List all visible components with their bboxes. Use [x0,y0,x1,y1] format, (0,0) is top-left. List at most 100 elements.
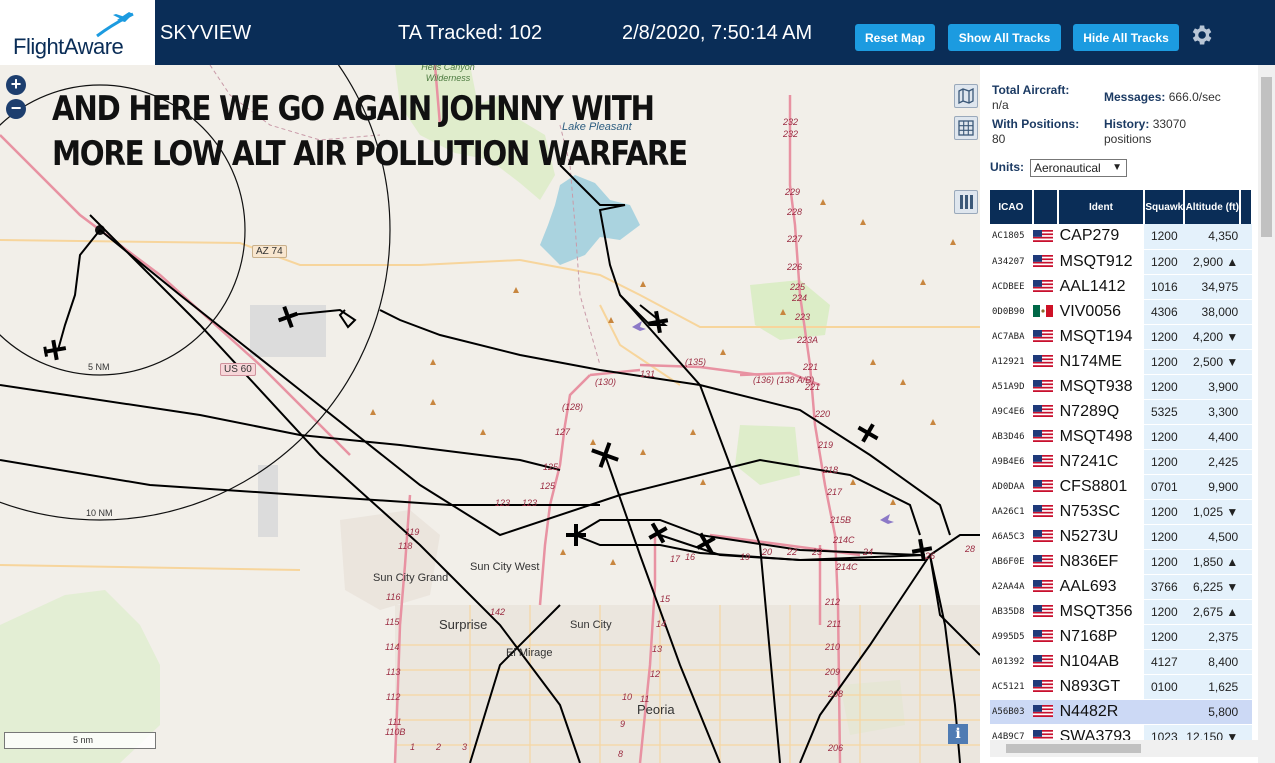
table-row[interactable]: A995D5 N7168P 1200 2,375 [990,624,1252,650]
zoom-out-button[interactable]: − [6,99,26,119]
table-row[interactable]: AC5121 N893GT 0100 1,625 [990,674,1252,700]
table-row[interactable]: AB35D8 MSQT356 1200 2,675 ▲ [990,599,1252,625]
table-row[interactable]: AB6F0E N836EF 1200 1,850 ▲ [990,549,1252,575]
table-row[interactable]: AA26C1 N753SC 1200 1,025 ▼ [990,499,1252,525]
zoom-in-button[interactable]: + [6,75,26,95]
us-flag-icon [1032,605,1053,618]
table-row[interactable]: A51A9D MSQT938 1200 3,900 [990,374,1252,400]
table-row[interactable]: AC1805 CAP279 1200 4,350 [990,224,1252,250]
cell-icao: A9B4E6 [990,449,1033,475]
messages-stat: Messages: 666.0/sec [1104,90,1244,105]
svg-text:2: 2 [435,742,441,752]
us-flag-icon [1032,530,1053,543]
table-row[interactable]: A6A5C3 N5273U 1200 4,500 [990,524,1252,550]
az74-shield: AZ 74 [252,245,287,258]
svg-text:219: 219 [817,440,833,450]
svg-text:209: 209 [824,667,840,677]
cell-ident: N174ME [1057,349,1145,375]
svg-text:226: 226 [786,262,802,272]
cell-altitude: 38,000 [1184,299,1241,325]
svg-text:3: 3 [462,742,467,752]
table-row[interactable]: A34207 MSQT912 1200 2,900 ▲ [990,249,1252,275]
app-header: FlightAware SKYVIEW TA Tracked: 102 2/8/… [0,0,1275,65]
mx-flag-icon [1032,305,1053,318]
vertical-scrollbar[interactable] [1258,65,1275,763]
table-row[interactable]: A56B03 N4482R 5,800 [990,699,1252,725]
cell-flag [1032,424,1058,450]
svg-text:16: 16 [685,552,695,562]
table-row[interactable]: 0D0B90 VIV0056 4306 38,000 [990,299,1252,325]
table-row[interactable]: AB3D46 MSQT498 1200 4,400 [990,424,1252,450]
cell-altitude: 1,850 ▲ [1184,549,1241,575]
svg-text:119: 119 [405,527,419,537]
svg-text:223A: 223A [796,335,818,345]
cell-flag [1032,349,1058,375]
vertical-scroll-thumb[interactable] [1261,77,1272,237]
cell-altitude: 4,200 ▼ [1184,324,1241,350]
table-row[interactable]: A2AA4A AAL693 3766 6,225 ▼ [990,574,1252,600]
cell-icao: A01392 [990,649,1033,675]
table-row[interactable]: A9B4E6 N7241C 1200 2,425 [990,449,1252,475]
col-icao[interactable]: ICAO [990,190,1034,224]
reset-map-button[interactable]: Reset Map [855,24,935,51]
table-row[interactable]: AC7ABA MSQT194 1200 4,200 ▼ [990,324,1252,350]
col-ident[interactable]: Ident [1057,190,1146,224]
show-all-tracks-button[interactable]: Show All Tracks [948,24,1061,51]
col-squawk[interactable]: Squawk [1144,190,1186,224]
cell-ident: N7168P [1057,624,1145,650]
col-altitude[interactable]: Altitude (ft) [1184,190,1242,224]
grid-toggle-button[interactable] [954,116,978,140]
sidebar-toggle-button[interactable] [954,190,978,214]
hide-all-tracks-button[interactable]: Hide All Tracks [1073,24,1179,51]
table-row[interactable]: A12921 N174ME 1200 2,500 ▼ [990,349,1252,375]
table-row[interactable]: AD0DAA CFS8801 0701 9,900 [990,474,1252,500]
horizontal-scrollbar[interactable] [990,740,1258,757]
svg-text:14: 14 [656,619,666,629]
cell-squawk: 4127 [1144,649,1185,675]
total-aircraft-label: Total Aircraft: [992,83,1070,97]
cell-altitude: 3,300 [1184,399,1241,425]
flightaware-logo[interactable]: FlightAware [0,0,155,65]
cell-icao: AB6F0E [990,549,1033,575]
horizontal-scroll-thumb[interactable] [1006,744,1141,753]
cell-altitude: 4,350 [1184,224,1241,250]
map-layers-button[interactable] [954,84,978,108]
svg-text:210: 210 [824,642,840,652]
cell-icao: A9C4E6 [990,399,1033,425]
cell-flag [1032,249,1058,275]
columns-icon [960,195,973,209]
units-select[interactable]: Aeronautical ▼ [1030,159,1127,177]
cell-altitude: 6,225 ▼ [1184,574,1241,600]
svg-text:220: 220 [814,409,830,419]
cell-flag [1032,574,1058,600]
cell-icao: ACDBEE [990,274,1033,300]
sun-city-grand-label: Sun City Grand [373,572,449,584]
cell-extra [1240,474,1252,500]
cell-squawk: 1016 [1144,274,1185,300]
cell-extra [1240,599,1252,625]
us-flag-icon [1032,655,1053,668]
cell-icao: AD0DAA [990,474,1033,500]
cell-extra [1240,449,1252,475]
table-row[interactable]: A9C4E6 N7289Q 5325 3,300 [990,399,1252,425]
cell-squawk: 0701 [1144,474,1185,500]
table-row[interactable]: ACDBEE AAL1412 1016 34,975 [990,274,1252,300]
cell-flag [1032,224,1058,250]
table-row[interactable]: A01392 N104AB 4127 8,400 [990,649,1252,675]
terrain-peaks [370,199,956,565]
svg-text:26: 26 [924,551,935,561]
svg-text:208: 208 [827,689,843,699]
cell-extra [1240,649,1252,675]
map-canvas[interactable]: 232 232 229 228 227 226 225 224 223 223A 221 221… [0,65,980,763]
info-icon[interactable]: i [948,724,968,744]
park-area-2 [735,425,800,485]
cell-extra [1240,499,1252,525]
gear-icon[interactable] [1188,22,1214,48]
svg-text:131: 131 [640,369,655,379]
us-flag-icon [1032,380,1053,393]
svg-text:232: 232 [782,129,798,139]
total-aircraft-stat: Total Aircraft: n/a [992,83,1092,113]
cell-ident: N104AB [1057,649,1145,675]
aircraft-table-body: AC1805 CAP279 1200 4,350 A34207 MSQT912 1200 2,… [990,224,1252,750]
svg-text:15: 15 [660,594,671,604]
